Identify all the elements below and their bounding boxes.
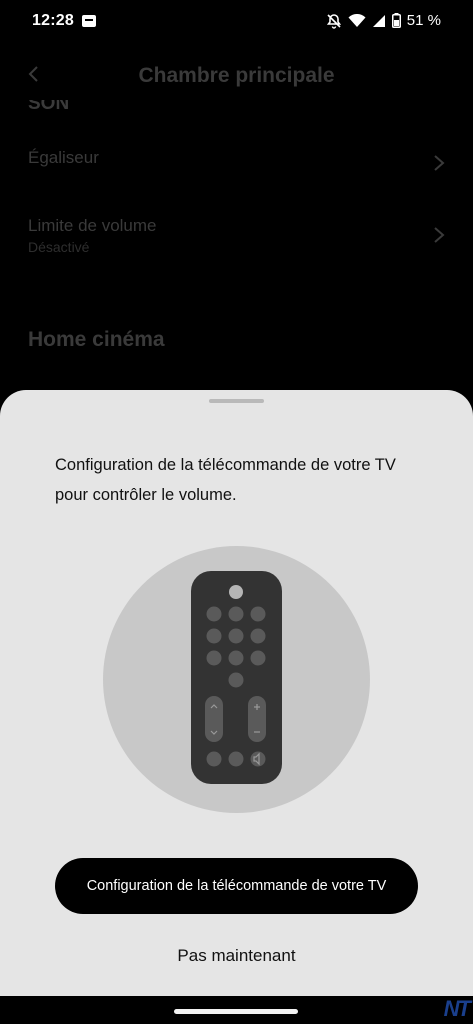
settings-row-volume-limit[interactable]: Limite de volume Désactivé: [28, 216, 445, 255]
background-screen: Chambre principale SON Égaliseur Limite …: [0, 44, 473, 424]
sheet-message: Configuration de la télécommande de votr…: [55, 456, 396, 504]
status-indicators: 51 %: [326, 12, 441, 29]
section-title-home-cinema: Home cinéma: [28, 328, 165, 351]
watermark-logo: NT: [443, 996, 471, 1021]
row-label: Égaliseur: [28, 148, 99, 167]
navigation-bar: [0, 996, 473, 1024]
home-gesture-pill[interactable]: [174, 1009, 298, 1014]
chevron-right-icon: [434, 227, 445, 243]
row-sublabel: Désactivé: [28, 239, 90, 255]
notification-app-icon: [82, 15, 96, 27]
chevron-right-icon: [434, 155, 445, 171]
wifi-icon: [348, 13, 366, 27]
tv-remote-icon: [103, 546, 370, 813]
bottom-sheet: Configuration de la télécommande de votr…: [0, 390, 473, 996]
settings-row-equalizer[interactable]: Égaliseur: [28, 148, 445, 171]
status-time: 12:28: [32, 12, 74, 29]
not-now-button[interactable]: Pas maintenant: [120, 940, 353, 972]
battery-icon: [391, 13, 401, 28]
page-title: Chambre principale: [138, 64, 335, 87]
row-label: Limite de volume: [28, 216, 157, 235]
section-header-partial: SON: [28, 100, 70, 112]
status-bar: 12:28 51 %: [0, 0, 473, 44]
bell-off-icon: [326, 13, 341, 29]
signal-icon: [372, 14, 385, 27]
sheet-drag-handle[interactable]: [209, 399, 264, 403]
setup-remote-button[interactable]: Configuration de la télécommande de votr…: [55, 858, 418, 914]
battery-percent: 51 %: [406, 12, 441, 29]
